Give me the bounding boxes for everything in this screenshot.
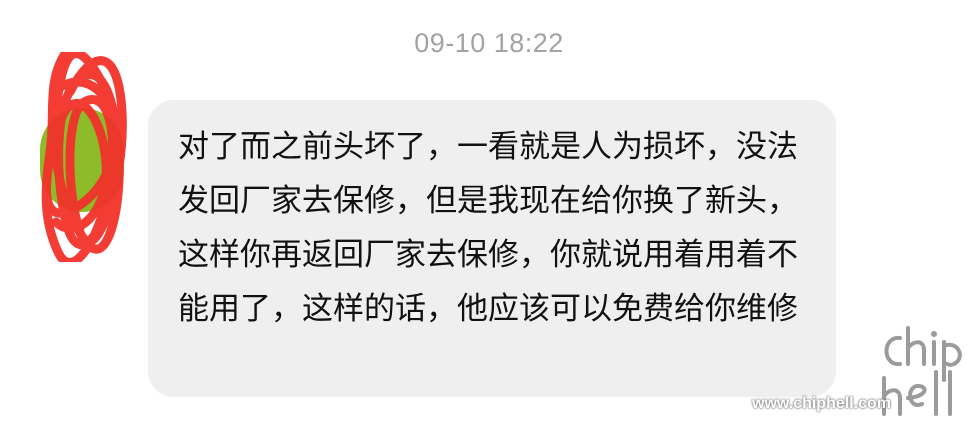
message-bubble[interactable]: 对了而之前头坏了，一看就是人为损坏，没法发回厂家去保修，但是我现在给你换了新头，… — [148, 100, 836, 397]
sender-avatar[interactable] — [36, 52, 136, 262]
chiphell-logo — [882, 326, 962, 416]
watermark-url: www.chiphell.com — [752, 395, 891, 412]
chat-timestamp: 09-10 18:22 — [414, 28, 564, 58]
message-text: 对了而之前头坏了，一看就是人为损坏，没法发回厂家去保修，但是我现在给你换了新头，… — [178, 129, 798, 327]
redaction-scribble — [41, 52, 127, 262]
